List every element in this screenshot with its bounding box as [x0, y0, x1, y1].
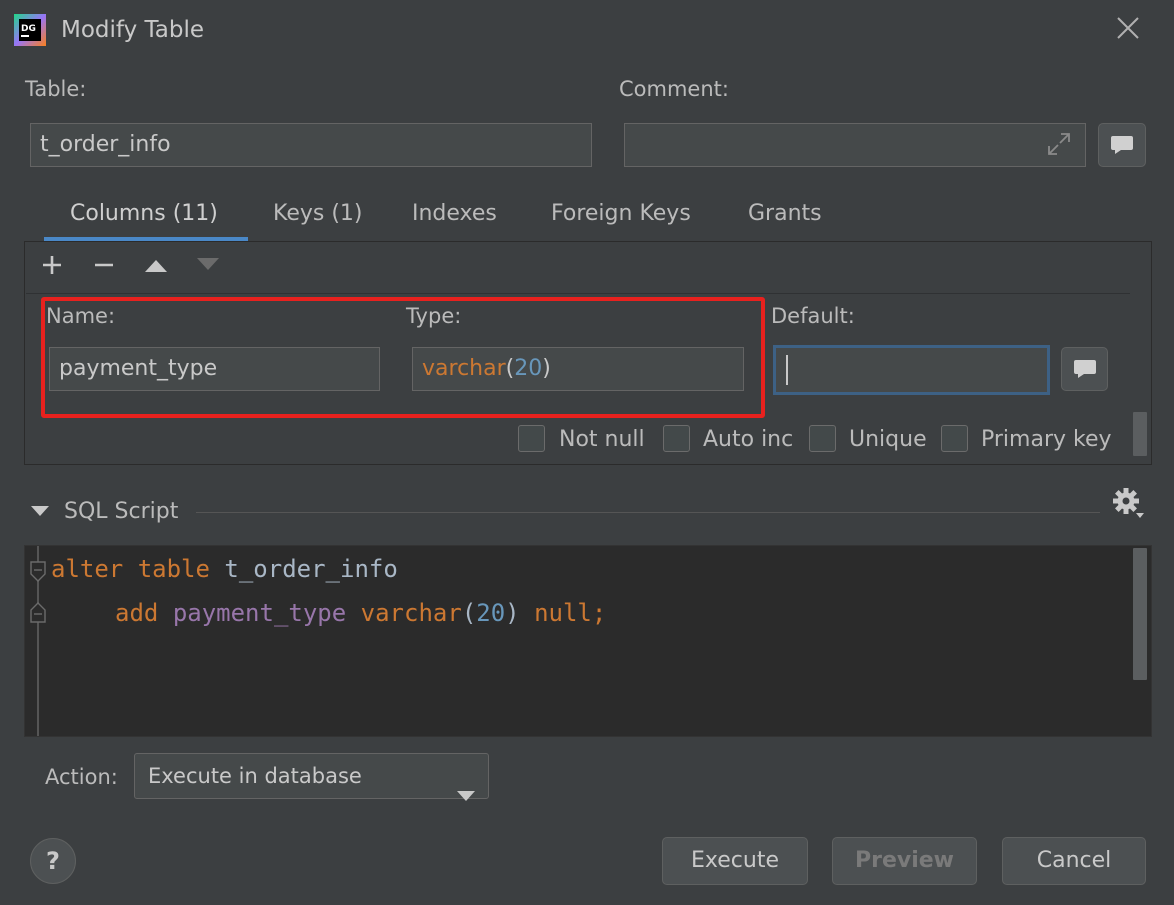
execute-button[interactable]: Execute [662, 837, 808, 885]
datagrip-logo-icon: DG [14, 14, 46, 46]
action-select[interactable]: Execute in database [134, 753, 489, 801]
dialog-title: Modify Table [61, 17, 204, 43]
default-value-input[interactable] [773, 345, 1050, 395]
tab-foreign-keys[interactable]: Foreign Keys [551, 197, 691, 231]
tab-grants[interactable]: Grants [748, 197, 822, 231]
chevron-down-icon [457, 772, 475, 801]
fold-end-marker-icon[interactable] [29, 601, 47, 623]
columns-scrollbar[interactable] [1133, 412, 1147, 456]
sql-editor-scrollbar[interactable] [1133, 548, 1147, 680]
unique-checkbox[interactable] [809, 425, 836, 452]
not-null-label: Not null [559, 427, 645, 452]
sql-script-title: SQL Script [64, 499, 179, 524]
text-cursor [786, 355, 788, 385]
comment-input[interactable] [624, 123, 1086, 167]
expand-icon[interactable] [1046, 131, 1072, 157]
tab-columns[interactable]: Columns (11) [70, 197, 218, 231]
name-type-highlight-box [41, 297, 765, 418]
action-selected-value: Execute in database [148, 764, 362, 788]
close-icon[interactable] [1114, 14, 1142, 42]
sql-line-1: alter table t_order_info [51, 555, 398, 583]
auto-inc-label: Auto inc [703, 427, 794, 452]
comment-bubble-icon [1073, 360, 1096, 378]
preview-button[interactable]: Preview [832, 837, 977, 885]
comment-bubble-icon [1111, 136, 1133, 154]
collapse-triangle-icon[interactable] [30, 503, 50, 519]
toolbar-divider [26, 293, 1130, 294]
arrow-up-icon[interactable] [143, 252, 169, 278]
sql-section-divider [196, 512, 1100, 513]
comment-label: Comment: [619, 77, 729, 101]
action-label: Action: [45, 765, 118, 789]
gear-icon[interactable] [1110, 486, 1146, 520]
auto-inc-checkbox[interactable] [663, 425, 690, 452]
fold-marker-icon[interactable] [29, 561, 47, 583]
not-null-checkbox[interactable] [518, 425, 545, 452]
remove-icon[interactable] [91, 252, 117, 278]
tab-indexes[interactable]: Indexes [412, 197, 497, 231]
comment-editor-button[interactable] [1098, 123, 1146, 167]
primary-key-checkbox[interactable] [941, 425, 968, 452]
default-label: Default: [771, 304, 855, 328]
unique-label: Unique [849, 427, 927, 452]
cancel-button[interactable]: Cancel [1002, 837, 1146, 885]
primary-key-label: Primary key [981, 427, 1112, 452]
add-icon[interactable] [39, 252, 65, 278]
svg-text:DG: DG [21, 24, 36, 34]
arrow-down-icon[interactable] [195, 252, 221, 278]
table-label: Table: [25, 77, 87, 101]
default-editor-button[interactable] [1061, 347, 1108, 391]
sql-line-2: add payment_type varchar(20) null; [115, 599, 607, 627]
table-name-input[interactable]: t_order_info [30, 123, 592, 167]
tab-keys[interactable]: Keys (1) [273, 197, 363, 231]
help-button[interactable]: ? [30, 838, 76, 884]
